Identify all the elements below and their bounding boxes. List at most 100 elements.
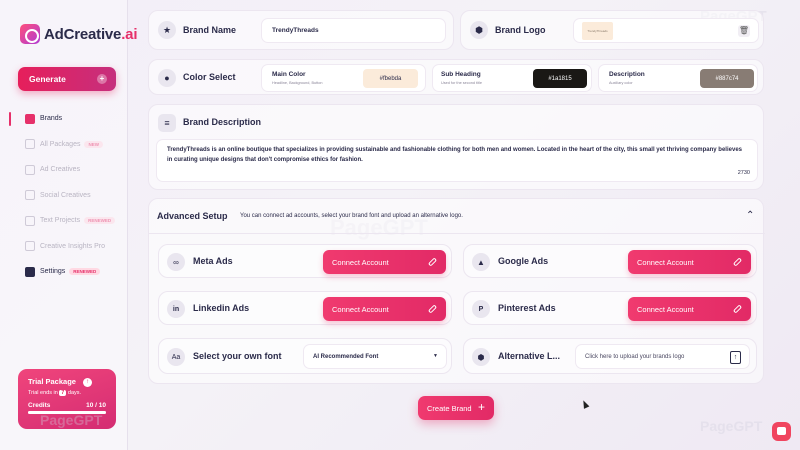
brand-description-textarea[interactable]: TrendyThreads is an online boutique that…: [156, 139, 758, 182]
sidebar: AdCreative.ai Generate + Brands All Pack…: [0, 0, 137, 450]
brand-description-card: ≡ Brand Description TrendyThreads is an …: [148, 104, 764, 190]
generate-button[interactable]: Generate +: [18, 67, 116, 91]
create-brand-label: Create Brand: [427, 403, 472, 413]
font-select-dropdown[interactable]: AI Recommended Font ▼: [303, 344, 447, 369]
brand-description-label: Brand Description: [183, 117, 262, 127]
brand-description-text: TrendyThreads is an online boutique that…: [167, 147, 742, 163]
sidebar-item-label: All Packages: [40, 140, 81, 148]
link-icon: [732, 257, 743, 267]
sidebar-item-label: Social Creatives: [40, 191, 91, 199]
description-color-title: Description: [609, 71, 645, 78]
create-brand-button[interactable]: Create Brand +: [418, 396, 494, 420]
advanced-setup-title: Advanced Setup: [157, 211, 228, 221]
sidebar-item-creative-insights[interactable]: Creative Insights Pro: [0, 234, 128, 260]
alt-logo-upload[interactable]: Click here to upload your brands logo ↑: [575, 344, 750, 369]
package-icon: [25, 139, 35, 150]
font-select-label: Select your own font: [193, 351, 282, 361]
new-badge: NEW: [84, 140, 103, 148]
pinterest-ads-label: Pinterest Ads: [498, 303, 556, 313]
trash-icon[interactable]: 🗑: [738, 25, 750, 37]
chat-widget-icon[interactable]: [772, 422, 791, 441]
meta-connect-button[interactable]: Connect Account: [323, 250, 446, 274]
trial-days: 7: [59, 390, 67, 396]
link-icon: [427, 304, 438, 314]
description-color-swatch[interactable]: #887c74: [700, 69, 754, 88]
renewed-badge: RENEWED: [69, 268, 101, 276]
brand-name-input[interactable]: TrendyThreads: [261, 18, 446, 43]
color-select-card: ● Color Select Main Color Headline, Back…: [148, 59, 764, 95]
cube-icon: ⬢: [470, 21, 488, 39]
plus-icon: +: [477, 400, 485, 414]
font-select-value: AI Recommended Font: [313, 353, 379, 360]
brand-name-icon: ★: [158, 21, 176, 39]
gear-icon: [25, 266, 35, 277]
insights-icon: [25, 241, 35, 252]
watermark: PageGPT: [700, 418, 763, 434]
pinterest-connect-button[interactable]: Connect Account: [628, 297, 751, 321]
google-connect-button[interactable]: Connect Account: [628, 250, 751, 274]
linkedin-connect-button[interactable]: Connect Account: [323, 297, 446, 321]
linkedin-icon: in: [167, 300, 185, 318]
link-icon: [732, 304, 743, 314]
alt-logo-placeholder: Click here to upload your brands logo: [585, 353, 685, 360]
sidebar-item-settings[interactable]: Settings RENEWED: [0, 259, 128, 285]
sidebar-item-brands[interactable]: Brands: [0, 106, 128, 132]
mouse-cursor: [580, 399, 590, 409]
sidebar-item-label: Text Projects: [40, 217, 81, 225]
brand-logo-label: Brand Logo: [495, 25, 546, 35]
brand-logo-thumbnail: TrendyThreads: [582, 22, 613, 40]
plus-icon: +: [97, 74, 107, 84]
cube-icon: ⬢: [472, 348, 490, 366]
alt-logo-row: ⬢ Alternative L... Click here to upload …: [463, 338, 757, 374]
generate-label: Generate: [29, 74, 66, 84]
image-icon: [25, 164, 35, 175]
credits-progress-fill: [28, 411, 106, 414]
main-color-field[interactable]: Main Color Headline, Background, Button …: [261, 64, 426, 92]
text-icon: [25, 215, 35, 226]
logo-ai-text: .ai: [121, 25, 138, 43]
subheading-color-swatch[interactable]: #1a1815: [533, 69, 587, 88]
trial-title: Trial Package: [28, 377, 76, 386]
sidebar-item-label: Brands: [40, 115, 63, 123]
sidebar-item-social-creatives[interactable]: Social Creatives: [0, 183, 128, 209]
trial-ends-text: Trial ends in 7 days.: [28, 390, 82, 396]
brand-name-card: ★ Brand Name TrendyThreads: [148, 10, 454, 50]
sidebar-nav: Brands All Packages NEW Ad Creatives Soc…: [0, 106, 128, 285]
color-select-label: Color Select: [183, 72, 236, 82]
subheading-color-field[interactable]: Sub Heading Used for the second title #1…: [432, 64, 592, 92]
google-ads-label: Google Ads: [498, 256, 549, 266]
sidebar-item-label: Creative Insights Pro: [40, 242, 105, 250]
credits-row: Credits 10 / 10: [28, 402, 106, 409]
sidebar-item-label: Ad Creatives: [40, 166, 81, 174]
main-color-subtitle: Headline, Background, Button: [272, 81, 323, 85]
google-ads-row: ▲ Google Ads Connect Account: [463, 244, 757, 278]
app-logo[interactable]: AdCreative.ai: [20, 24, 137, 44]
sidebar-item-ad-creatives[interactable]: Ad Creatives: [0, 157, 128, 183]
sidebar-item-text-projects[interactable]: Text Projects RENEWED: [0, 208, 128, 234]
sidebar-item-all-packages[interactable]: All Packages NEW: [0, 132, 128, 158]
trial-package-card[interactable]: Trial Package ↑ Trial ends in 7 days. Cr…: [18, 369, 116, 429]
logo-icon: [20, 24, 40, 44]
brand-name-value: TrendyThreads: [272, 27, 319, 34]
chevron-up-icon[interactable]: ⌃: [746, 210, 754, 221]
divider: [149, 233, 765, 234]
font-select-row: Aa Select your own font AI Recommended F…: [158, 338, 452, 374]
brand-name-label: Brand Name: [183, 25, 237, 35]
credits-value: 10 / 10: [86, 402, 106, 409]
description-color-field[interactable]: Description Auxiliary color #887c74: [598, 64, 758, 92]
credits-label: Credits: [28, 402, 51, 409]
description-color-subtitle: Auxiliary color: [609, 81, 633, 85]
droplet-icon: ●: [158, 69, 176, 87]
renewed-badge: RENEWED: [84, 217, 116, 225]
sidebar-item-label: Settings: [40, 268, 66, 276]
credits-progress: [28, 411, 106, 414]
font-icon: Aa: [167, 348, 185, 366]
main-color-swatch[interactable]: #fbebda: [363, 69, 418, 88]
alt-logo-label: Alternative L...: [498, 351, 561, 361]
linkedin-ads-label: Linkedin Ads: [193, 303, 250, 313]
meta-icon: ∞: [167, 253, 185, 271]
brand-logo-card: ⬢ Brand Logo TrendyThreads 🗑: [460, 10, 764, 50]
caret-down-icon: ▼: [433, 353, 438, 359]
brand-logo-field[interactable]: TrendyThreads 🗑: [573, 18, 759, 43]
main-color-title: Main Color: [272, 71, 306, 78]
